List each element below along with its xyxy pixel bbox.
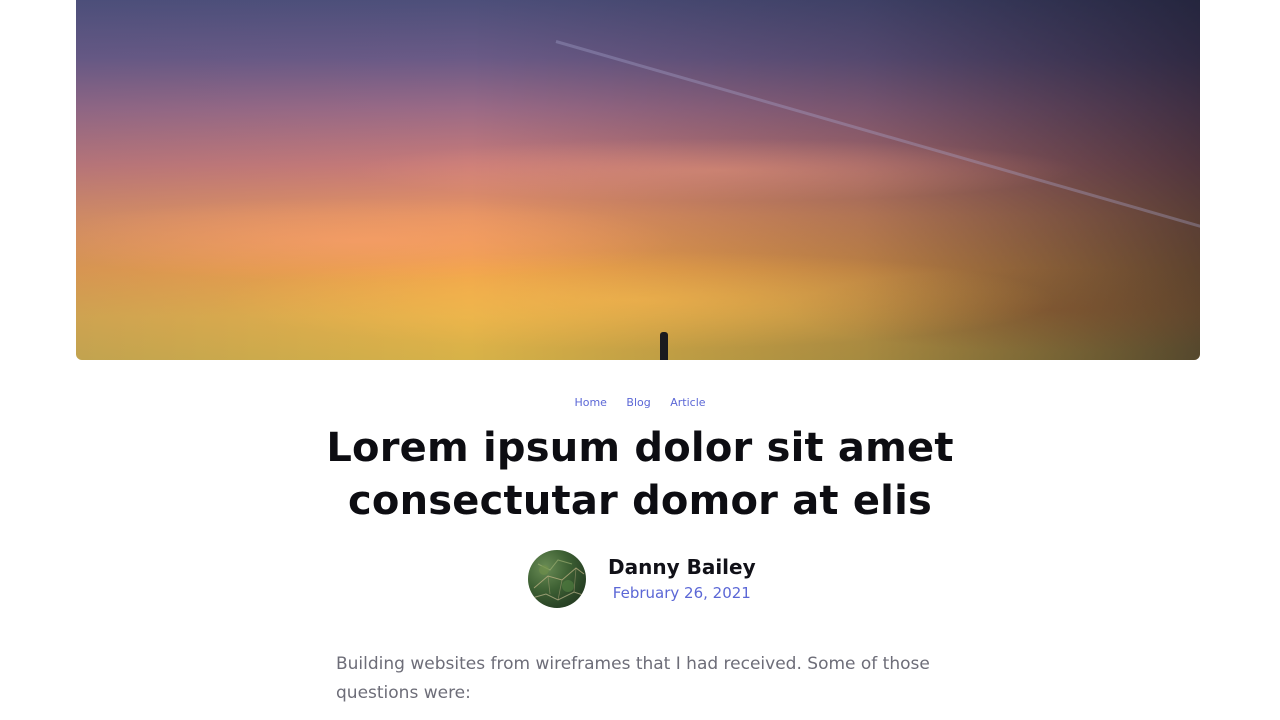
avatar-icon[interactable] [528, 550, 586, 608]
avatar-pattern [531, 559, 586, 601]
publish-date: February 26, 2021 [612, 584, 751, 602]
breadcrumb-article-link[interactable]: Article [670, 396, 705, 409]
author-meta: Danny Bailey February 26, 2021 [608, 554, 756, 604]
hero-silhouette-post [660, 332, 668, 360]
breadcrumb-blog-link[interactable]: Blog [626, 396, 650, 409]
hero-image [76, 0, 1200, 360]
breadcrumb-home-link[interactable]: Home [574, 396, 606, 409]
hero-cloud-streak [555, 40, 1200, 253]
article-body-paragraph: Building websites from wireframes that I… [336, 654, 930, 703]
author-name[interactable]: Danny Bailey [608, 554, 756, 580]
breadcrumb: Home Blog Article [0, 396, 1280, 409]
author-block: Danny Bailey February 26, 2021 [528, 549, 756, 609]
article-title: Lorem ipsum dolor sit amet consectutar d… [326, 425, 954, 524]
